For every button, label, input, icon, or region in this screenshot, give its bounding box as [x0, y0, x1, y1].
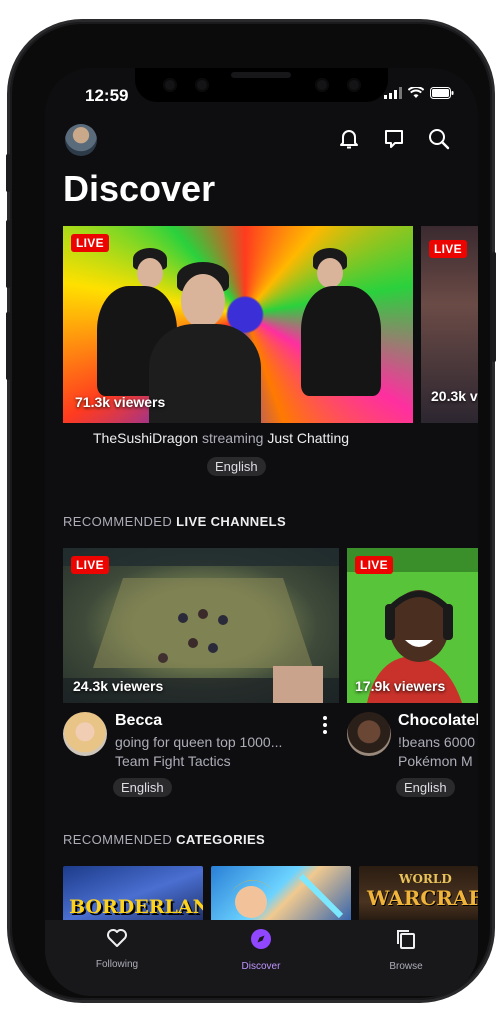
channel-avatar[interactable]	[63, 712, 107, 756]
category-card-world-of-warcraft[interactable]: WORLD WARCRAFT	[359, 866, 478, 926]
viewer-count: 17.9k viewers	[355, 678, 446, 694]
viewer-count: 24.3k viewers	[73, 678, 164, 694]
sensor-dot	[315, 78, 329, 92]
channel-name[interactable]: Becca	[115, 712, 162, 730]
status-icons	[384, 87, 454, 99]
stream-game[interactable]: Team Fight Tactics	[115, 753, 231, 769]
streamer-figure	[137, 258, 163, 288]
stream-title: going for queen top 1000...	[115, 734, 283, 750]
nav-discover[interactable]: Discover	[206, 928, 316, 972]
whispers-chat-icon[interactable]	[382, 127, 406, 151]
category-title-top: WORLD	[399, 872, 452, 886]
wifi-icon	[408, 87, 424, 98]
category-title: WARCRAFT	[367, 886, 478, 910]
status-time: 12:59	[85, 86, 129, 105]
nav-following[interactable]: Following	[62, 928, 172, 970]
heart-icon	[107, 929, 127, 947]
speaker-slot	[231, 72, 291, 78]
search-icon[interactable]	[427, 127, 451, 151]
top-bar	[45, 122, 478, 162]
streamer-figure	[317, 258, 343, 288]
phone-side-button	[492, 252, 496, 362]
camera-dot	[195, 78, 209, 92]
more-options-icon[interactable]	[320, 714, 330, 736]
featured-stream-thumbnail[interactable]: LIVE 71.3k viewers	[63, 226, 413, 423]
compass-icon	[251, 929, 271, 949]
featured-stream-info[interactable]: TheSushiDragon streaming Just Chatting	[93, 430, 349, 446]
camera-dot	[163, 78, 177, 92]
category-title: BORDERLANDS 3	[69, 896, 203, 918]
live-badge: LIVE	[429, 240, 467, 258]
phone-frame: 12:59 Discover LIVE 71.3k viewers LIVE 2…	[6, 22, 496, 1000]
stream-title: !beans 6000	[398, 734, 476, 750]
viewer-count: 20.3k v	[431, 388, 478, 404]
battery-icon	[430, 87, 454, 99]
sensor-dot	[347, 78, 361, 92]
next-featured-thumbnail[interactable]: LIVE 20.3k v	[421, 226, 478, 423]
game-name: Just Chatting	[267, 430, 350, 446]
category-card-borderlands[interactable]: BORDERLANDS 3	[63, 866, 203, 926]
phone-side-button	[6, 312, 10, 380]
channel-avatar[interactable]	[347, 712, 391, 756]
page-title: Discover	[63, 168, 216, 209]
category-card-character-art[interactable]	[211, 866, 351, 926]
profile-avatar[interactable]	[65, 124, 97, 156]
live-badge: LIVE	[71, 234, 109, 252]
viewer-count: 71.3k viewers	[75, 394, 166, 410]
streaming-word: streaming	[201, 430, 264, 446]
channel-name[interactable]: Chocolatel	[398, 712, 478, 730]
language-tag[interactable]: English	[396, 778, 455, 797]
notifications-bell-icon[interactable]	[337, 127, 361, 151]
phone-side-button	[6, 154, 10, 192]
stream-game[interactable]: Pokémon M	[398, 753, 473, 769]
bottom-navigation: Following Discover Browse	[45, 920, 478, 996]
live-badge: LIVE	[355, 556, 393, 574]
nav-label: Following	[95, 959, 139, 970]
app-screen: 12:59 Discover LIVE 71.3k viewers LIVE 2…	[45, 68, 478, 996]
category-art	[231, 873, 344, 919]
language-tag[interactable]: English	[113, 778, 172, 797]
language-tag[interactable]: English	[207, 457, 266, 476]
nav-label: Discover	[241, 961, 281, 972]
section-title-categories: RECOMMENDED CATEGORIES	[63, 832, 266, 847]
live-badge: LIVE	[71, 556, 109, 574]
streamer-figure	[301, 286, 381, 396]
channel-thumbnail[interactable]: LIVE 24.3k viewers	[63, 548, 339, 703]
signal-icon	[384, 87, 402, 99]
streamer-figure	[181, 274, 225, 328]
nav-browse[interactable]: Browse	[351, 928, 461, 972]
phone-side-button	[6, 220, 10, 288]
section-title-live-channels: RECOMMENDED LIVE CHANNELS	[63, 514, 287, 529]
notch	[135, 68, 388, 102]
channel-thumbnail[interactable]: LIVE 17.9k viewers	[347, 548, 478, 703]
streamer-figure	[149, 324, 261, 423]
browse-icon	[397, 930, 415, 949]
streamer-name: TheSushiDragon	[93, 430, 199, 446]
nav-label: Browse	[389, 961, 423, 972]
